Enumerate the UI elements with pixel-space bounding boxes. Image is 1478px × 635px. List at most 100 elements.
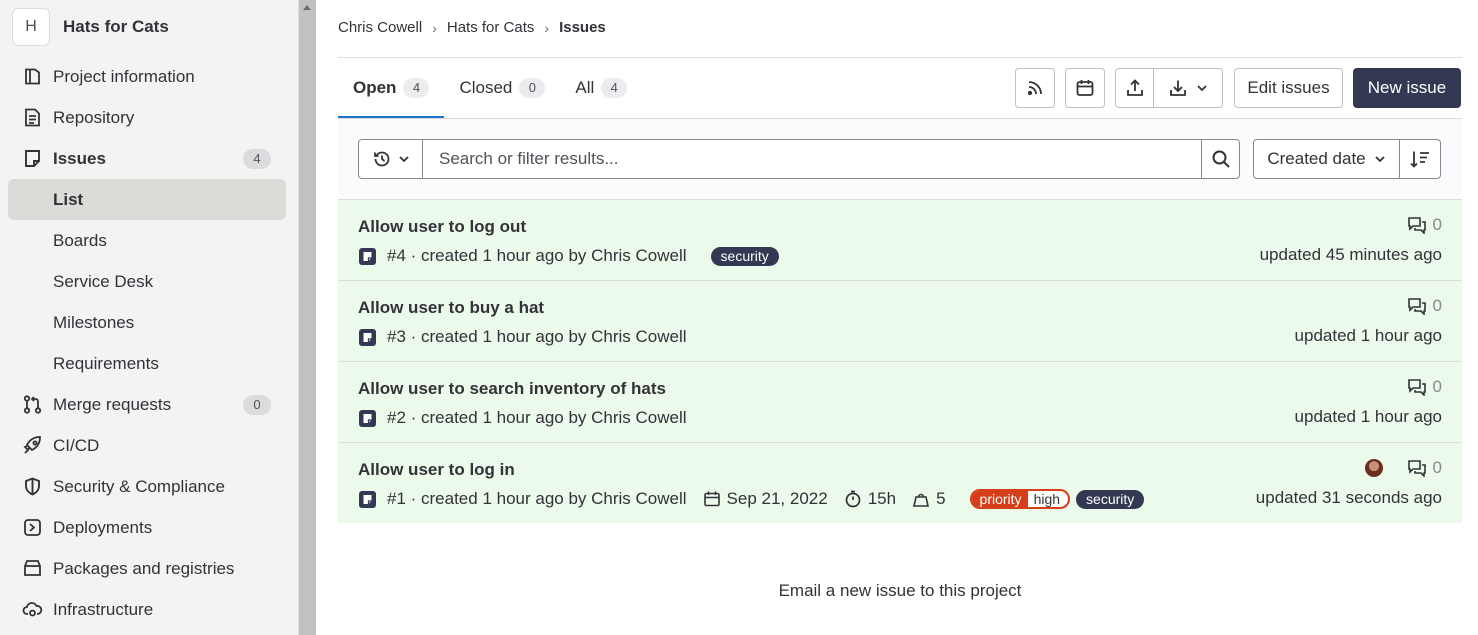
import-dropdown-button[interactable] <box>1154 69 1222 107</box>
sidebar-item-label: Milestones <box>53 312 135 332</box>
merge-request-icon <box>22 394 43 415</box>
issue-comments[interactable]: 0 <box>1407 296 1442 316</box>
tab-count-badge: 4 <box>403 78 430 98</box>
comments-count: 0 <box>1432 215 1442 234</box>
tab-all[interactable]: All 4 <box>560 58 642 118</box>
comments-icon <box>1407 459 1427 477</box>
edit-issues-button[interactable]: Edit issues <box>1234 68 1343 108</box>
breadcrumb-item[interactable]: Hats for Cats <box>447 19 535 36</box>
issue-comments[interactable]: 0 <box>1407 377 1442 397</box>
issue-row: Allow user to buy a hat #3 · created 1 h… <box>338 281 1462 362</box>
rss-button[interactable] <box>1015 68 1055 108</box>
search-icon <box>1211 149 1231 169</box>
calendar-icon <box>703 490 727 508</box>
sidebar-item-infrastructure[interactable]: Infrastructure <box>8 589 286 630</box>
label-priority-high[interactable]: priority high <box>969 489 1071 509</box>
sidebar-item-security-compliance[interactable]: Security & Compliance <box>8 466 286 507</box>
breadcrumb: Chris Cowell › Hats for Cats › Issues <box>338 19 606 36</box>
sidebar-item-label: Merge requests <box>53 394 172 414</box>
scroll-up-arrow-icon[interactable] <box>303 5 311 10</box>
new-issue-button[interactable]: New issue <box>1353 68 1461 108</box>
issue-title[interactable]: Allow user to buy a hat <box>358 298 544 318</box>
issue-reference: #4 · created 1 hour ago by Chris Cowell <box>387 246 687 265</box>
sort-lowest-icon <box>1409 149 1431 169</box>
issue-time-estimate: 15h <box>844 489 896 509</box>
assignee-avatar[interactable] <box>1364 459 1383 477</box>
breadcrumb-current[interactable]: Issues <box>559 19 606 36</box>
sort-direction-button[interactable] <box>1400 140 1440 178</box>
label-security[interactable]: security <box>710 246 779 266</box>
filter-bar: Created date <box>338 118 1462 200</box>
recent-searches-dropdown[interactable] <box>359 140 423 178</box>
sidebar-item-project-information[interactable]: Project information <box>8 56 286 97</box>
comments-count: 0 <box>1432 377 1442 396</box>
comments-icon <box>1407 216 1427 234</box>
sidebar-item-packages-registries[interactable]: Packages and registries <box>8 548 286 589</box>
issue-title[interactable]: Allow user to log in <box>358 460 515 480</box>
comments-count: 0 <box>1432 458 1442 477</box>
search-button[interactable] <box>1201 140 1239 178</box>
weight-icon <box>912 490 936 508</box>
timer-icon <box>844 490 868 508</box>
issue-due-date: Sep 21, 2022 <box>703 489 828 509</box>
issue-meta: #2 · created 1 hour ago by Chris Cowell <box>358 407 687 429</box>
issue-comments[interactable]: 0 <box>1407 215 1442 235</box>
sort-dropdown[interactable]: Created date <box>1254 140 1400 178</box>
sidebar-scrollbar[interactable] <box>298 0 316 635</box>
issue-title[interactable]: Allow user to search inventory of hats <box>358 379 666 399</box>
search-input[interactable] <box>423 140 1201 178</box>
issue-state-tabs: Open 4 Closed 0 All 4 <box>338 58 642 118</box>
sidebar-item-ci-cd[interactable]: CI/CD <box>8 425 286 466</box>
sidebar-item-requirements[interactable]: Requirements <box>8 343 286 384</box>
sidebar-item-merge-requests[interactable]: Merge requests 0 <box>8 384 286 425</box>
sort-control: Created date <box>1253 139 1441 179</box>
sidebar-item-list[interactable]: List <box>8 179 286 220</box>
sidebar-item-deployments[interactable]: Deployments <box>8 507 286 548</box>
chevron-down-icon <box>1374 153 1386 165</box>
export-import-group <box>1115 68 1223 108</box>
sidebar-item-repository[interactable]: Repository <box>8 97 286 138</box>
rss-icon <box>1025 78 1045 98</box>
issues-count-badge: 4 <box>243 149 271 169</box>
project-info-icon <box>22 66 43 87</box>
sidebar-item-milestones[interactable]: Milestones <box>8 302 286 343</box>
issue-type-icon <box>358 409 377 428</box>
issue-reference: #1 · created 1 hour ago by Chris Cowell <box>387 489 687 508</box>
project-header[interactable]: H Hats for Cats <box>12 8 169 46</box>
issue-updated: updated 1 hour ago <box>1294 407 1442 426</box>
sidebar: H Hats for Cats Project information Repo… <box>0 0 298 635</box>
export-button[interactable] <box>1116 69 1154 107</box>
sidebar-item-boards[interactable]: Boards <box>8 220 286 261</box>
issue-title[interactable]: Allow user to log out <box>358 217 526 237</box>
issue-row: Allow user to log in #1 · created 1 hour… <box>338 443 1462 523</box>
repository-icon <box>22 107 43 128</box>
email-new-issue-link[interactable]: Email a new issue to this project <box>338 581 1462 601</box>
project-name[interactable]: Hats for Cats <box>63 17 169 37</box>
issue-comments[interactable]: 0 <box>1364 458 1442 478</box>
sidebar-item-issues[interactable]: Issues 4 <box>8 138 286 179</box>
tab-closed[interactable]: Closed 0 <box>444 58 560 118</box>
time-estimate-text: 15h <box>867 489 897 508</box>
tab-count-badge: 0 <box>519 78 546 98</box>
shield-icon <box>22 476 43 497</box>
main-content: Chris Cowell › Hats for Cats › Issues Op… <box>338 0 1462 635</box>
breadcrumb-item[interactable]: Chris Cowell <box>338 19 422 36</box>
tab-label: All <box>575 78 595 97</box>
label-security[interactable]: security <box>1076 489 1145 509</box>
issue-updated: updated 31 seconds ago <box>1255 488 1442 507</box>
comments-count: 0 <box>1432 296 1442 315</box>
merge-requests-count-badge: 0 <box>243 395 271 415</box>
cloud-gear-icon <box>22 599 43 620</box>
chevron-down-icon <box>398 153 410 165</box>
tab-open[interactable]: Open 4 <box>338 58 445 118</box>
chevron-down-icon <box>1196 82 1208 94</box>
project-avatar: H <box>12 8 50 46</box>
calendar-subscribe-button[interactable] <box>1065 68 1105 108</box>
sidebar-item-label: CI/CD <box>53 435 100 455</box>
sidebar-item-label: Service Desk <box>53 271 154 291</box>
rocket-icon <box>22 435 43 456</box>
sidebar-item-service-desk[interactable]: Service Desk <box>8 261 286 302</box>
issue-reference: #2 · created 1 hour ago by Chris Cowell <box>387 408 687 427</box>
issue-type-icon <box>358 328 377 347</box>
tab-label: Closed <box>459 78 513 97</box>
